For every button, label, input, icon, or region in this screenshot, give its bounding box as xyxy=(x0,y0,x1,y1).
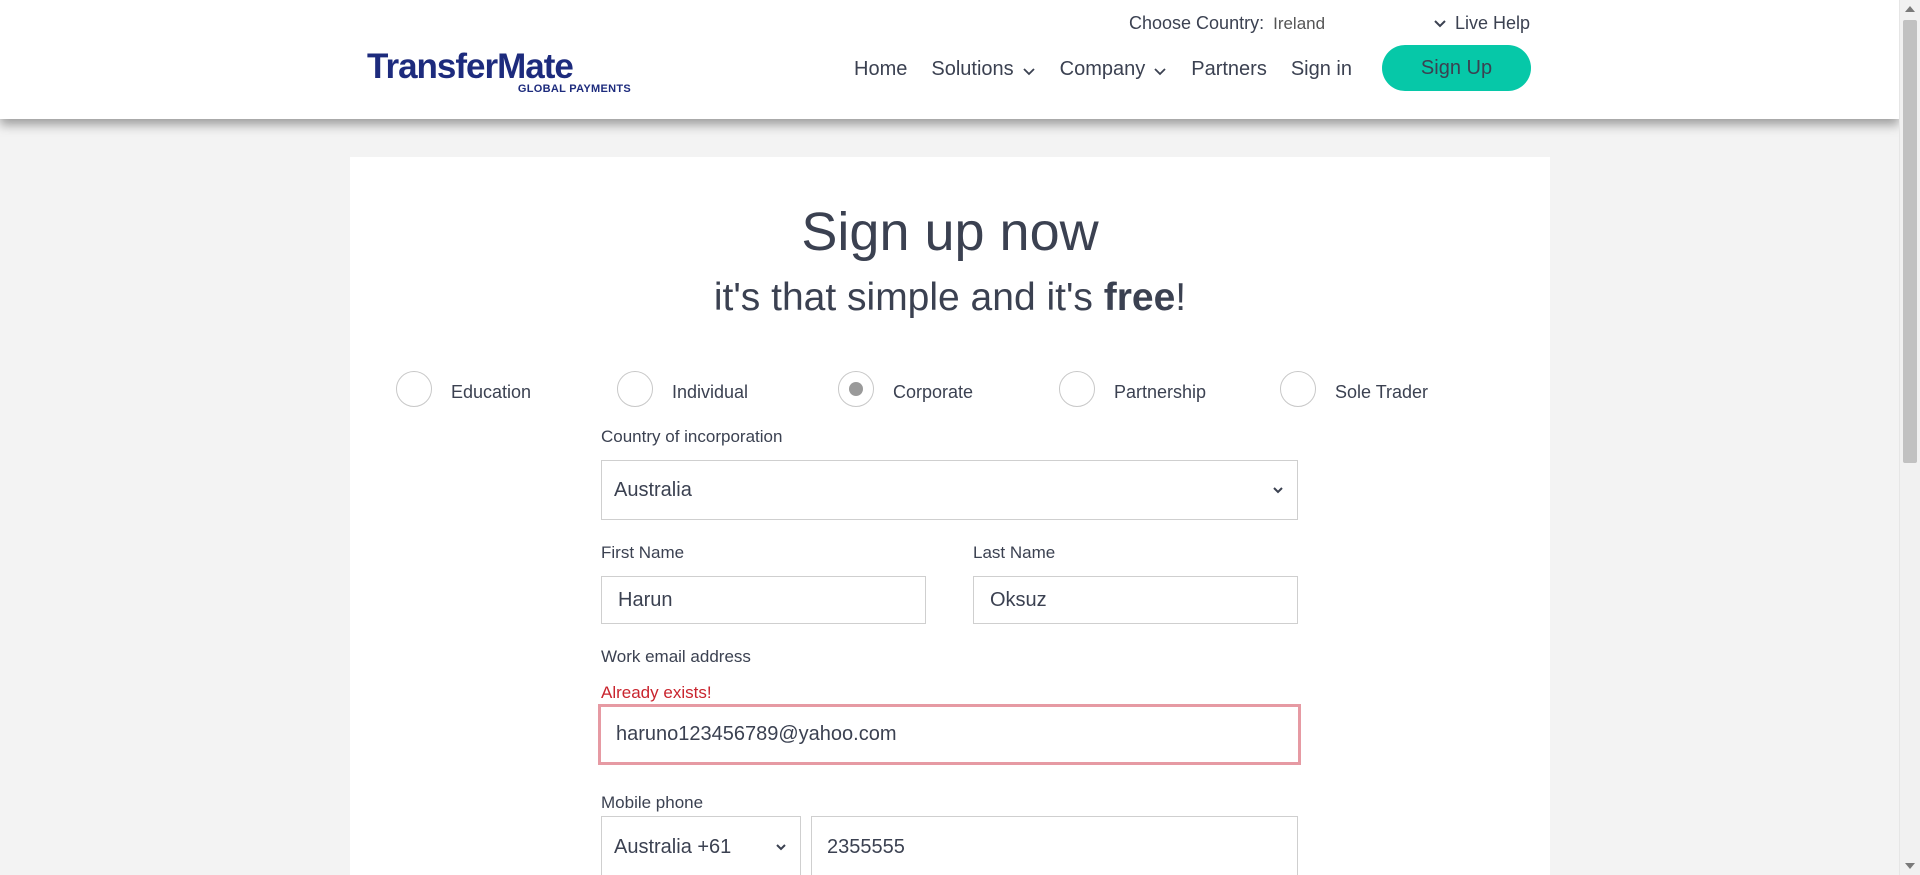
mobile-label: Mobile phone xyxy=(601,793,704,812)
subtitle-text: it's that simple and it's xyxy=(713,276,1104,319)
radio-label: Partnership xyxy=(1114,381,1207,402)
last-name-field[interactable]: Oksuz xyxy=(973,576,1298,624)
email-value: haruno123456789@yahoo.com xyxy=(616,723,897,745)
radio-button[interactable] xyxy=(396,371,432,407)
radio-sole-trader[interactable]: Sole Trader xyxy=(1280,371,1428,407)
last-name-label: Last Name xyxy=(973,543,1056,562)
country-label: Country of incorporation xyxy=(601,427,783,446)
live-help-link[interactable]: Live Help xyxy=(1433,13,1530,34)
signup-card: Sign up now it's that simple and it's fr… xyxy=(350,157,1550,875)
subtitle-free: free xyxy=(1103,276,1176,319)
scroll-down-arrow-icon[interactable] xyxy=(1905,863,1915,869)
logo-brand: TransferMate xyxy=(367,47,574,86)
choose-country[interactable]: Choose Country: Ireland xyxy=(1129,13,1325,34)
subtitle-exclamation: ! xyxy=(1175,276,1187,319)
main-nav: Home Solutions Company Partners Sign in xyxy=(854,58,1376,81)
email-label: Work email address xyxy=(601,647,751,666)
last-name-value: Oksuz xyxy=(990,588,1047,611)
radio-individual[interactable]: Individual xyxy=(617,371,748,407)
choose-country-label: Choose Country: xyxy=(1129,13,1265,33)
country-select-value: Australia xyxy=(614,478,692,501)
first-name-field[interactable]: Harun xyxy=(601,576,926,624)
radio-label: Individual xyxy=(672,381,749,402)
nav-home-label: Home xyxy=(854,58,908,80)
email-field[interactable]: haruno123456789@yahoo.com xyxy=(598,704,1301,765)
chevron-down-icon xyxy=(1154,67,1166,75)
chevron-down-icon xyxy=(1023,67,1035,75)
chevron-down-icon xyxy=(776,844,786,851)
account-type-group: Education Individual Corporate Partnersh… xyxy=(350,371,1550,411)
chevron-down-icon xyxy=(1273,487,1283,494)
email-error-message: Already exists! xyxy=(601,683,712,702)
nav-partners[interactable]: Partners xyxy=(1191,58,1267,81)
transfermate-logo[interactable]: TransferMate GLOBAL PAYMENTS xyxy=(367,47,633,96)
sign-up-button[interactable]: Sign Up xyxy=(1382,45,1531,91)
radio-label: Sole Trader xyxy=(1335,381,1429,402)
nav-sign-in-label: Sign in xyxy=(1290,58,1352,80)
radio-button[interactable] xyxy=(617,371,653,407)
radio-button[interactable] xyxy=(1280,371,1316,407)
nav-company-label: Company xyxy=(1059,58,1146,80)
radio-button-selected[interactable] xyxy=(838,371,874,407)
nav-solutions-label: Solutions xyxy=(931,58,1014,80)
radio-button[interactable] xyxy=(1059,371,1095,407)
country-select[interactable]: Australia xyxy=(601,460,1298,520)
page-subtitle: it's that simple and it's free! xyxy=(350,276,1550,320)
radio-education[interactable]: Education xyxy=(396,371,531,407)
radio-label: Education xyxy=(451,381,532,402)
mobile-number-value: 2355555 xyxy=(827,835,905,858)
nav-solutions[interactable]: Solutions xyxy=(931,58,1035,81)
vertical-scrollbar[interactable] xyxy=(1899,0,1920,875)
page-title: Sign up now xyxy=(801,202,1099,262)
logo-tagline: GLOBAL PAYMENTS xyxy=(517,83,631,95)
radio-corporate[interactable]: Corporate xyxy=(838,371,973,407)
nav-company[interactable]: Company xyxy=(1060,58,1168,81)
radio-selected-dot xyxy=(849,382,863,396)
choose-country-value[interactable]: Ireland xyxy=(1273,14,1325,33)
mobile-number-field[interactable]: 2355555 xyxy=(811,816,1298,875)
chevron-down-icon xyxy=(1434,19,1446,27)
scrollbar-thumb[interactable] xyxy=(1903,20,1917,463)
mobile-country-code-value: Australia +61 xyxy=(614,835,732,858)
nav-sign-in[interactable]: Sign in xyxy=(1291,58,1352,81)
live-help-label: Live Help xyxy=(1455,13,1531,33)
first-name-value: Harun xyxy=(618,588,673,611)
site-header: Choose Country: Ireland Live Help Transf… xyxy=(0,0,1899,119)
scroll-up-arrow-icon[interactable] xyxy=(1905,6,1915,12)
nav-partners-label: Partners xyxy=(1191,58,1267,80)
radio-partnership[interactable]: Partnership xyxy=(1059,371,1206,407)
nav-home[interactable]: Home xyxy=(854,58,907,81)
mobile-country-code-select[interactable]: Australia +61 xyxy=(601,816,801,875)
first-name-label: First Name xyxy=(601,543,685,562)
radio-label: Corporate xyxy=(893,381,974,402)
